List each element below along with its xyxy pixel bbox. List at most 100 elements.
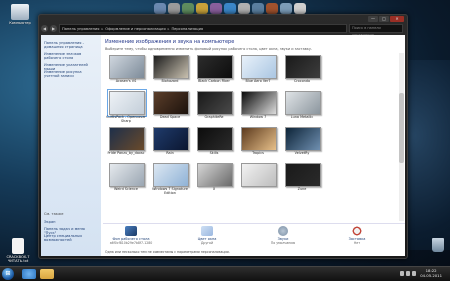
title-bar[interactable]: — □ ✕ xyxy=(39,15,407,23)
theme-item[interactable]: Black Carbon Fiber xyxy=(193,55,235,90)
left-link-home[interactable]: Панель управления - домашняя страница xyxy=(44,41,98,50)
theme-item[interactable]: Window 7 xyxy=(237,91,279,126)
wallpaper-icon xyxy=(125,226,137,236)
theme-name: Black Carbon Fiber xyxy=(198,79,230,83)
dock-item-icon[interactable] xyxy=(168,3,180,14)
theme-name: Tropics xyxy=(252,151,264,155)
theme-thumbnail xyxy=(153,55,189,79)
search-input[interactable]: Поиск в панели управления xyxy=(349,24,403,37)
theme-thumbnail xyxy=(109,55,145,79)
dock-item-icon[interactable] xyxy=(210,3,222,14)
dock-item-icon[interactable] xyxy=(238,3,250,14)
dock-item-icon[interactable] xyxy=(294,3,306,14)
forward-button[interactable]: ▶ xyxy=(50,25,57,32)
see-also-heading: См. также xyxy=(44,212,64,216)
clock[interactable]: 18:22 04.05.2011 xyxy=(420,268,442,278)
theme-thumbnail xyxy=(285,91,321,115)
theme-name: GraphiteRe xyxy=(204,115,224,119)
breadcrumb-item[interactable]: Панель управления xyxy=(62,27,99,31)
dock-item-icon[interactable] xyxy=(266,3,278,14)
left-link-account-picture[interactable]: Изменение рисунка учетной записи xyxy=(44,70,98,79)
start-button[interactable]: ⊞ xyxy=(2,268,14,280)
network-icon[interactable] xyxy=(400,271,404,276)
theme-item[interactable]: X xyxy=(193,163,235,198)
theme-thumbnail xyxy=(197,163,233,187)
theme-name: Skills xyxy=(209,151,219,155)
dock-item-icon[interactable] xyxy=(252,3,264,14)
theme-item[interactable]: Dead Space xyxy=(149,91,191,126)
theme-item[interactable]: Pride Panzu_by_daxsc xyxy=(105,127,147,162)
theme-name: VelvetRy xyxy=(294,151,310,155)
theme-name: Windows 7 Signature Edition xyxy=(152,187,188,195)
desktop-icon-textfile[interactable]: CRACKBOX-7 ЧИТАТЬ.txt xyxy=(0,238,36,263)
recycle-bin-icon xyxy=(432,238,444,252)
theme-item[interactable]: Weird Science xyxy=(105,163,147,198)
theme-item[interactable]: Zune xyxy=(281,163,323,198)
theme-thumbnail xyxy=(285,163,321,187)
scroll-thumb[interactable] xyxy=(399,93,404,163)
theme-item[interactable]: Luna Metallic xyxy=(281,91,323,126)
window-color-button[interactable]: Цвет окна Другой xyxy=(185,226,229,245)
dock-item-icon[interactable] xyxy=(182,3,194,14)
theme-name: Biohazard xyxy=(161,79,179,83)
minimize-button[interactable]: — xyxy=(368,16,378,22)
sounds-button[interactable]: Звуки По умолчанию xyxy=(261,226,305,245)
dock-item-icon[interactable] xyxy=(224,3,236,14)
speaker-icon xyxy=(278,226,288,236)
theme-item[interactable]: Blue Aero Ver7 xyxy=(237,55,279,90)
theme-item[interactable]: Rain xyxy=(149,127,191,162)
theme-item[interactable]: Acasen's VS xyxy=(105,55,147,90)
compatibility-note: Одна или несколько тем не совместимы с п… xyxy=(105,250,230,254)
see-also-display[interactable]: Экран xyxy=(44,220,98,224)
desktop-icon-computer[interactable]: Компьютер xyxy=(2,4,38,25)
screensaver-button[interactable]: Заставка Нет xyxy=(335,226,379,245)
text-file-icon xyxy=(12,238,24,254)
theme-name: Weird Science xyxy=(114,187,138,191)
flag-icon[interactable] xyxy=(412,271,416,276)
breadcrumb-separator-icon: ▸ xyxy=(167,26,170,31)
theme-thumbnail xyxy=(107,89,147,117)
internet-explorer-icon[interactable] xyxy=(22,269,36,279)
desktop-icon-recycle-bin[interactable] xyxy=(420,238,450,252)
left-link-desktop-icons[interactable]: Изменение значков рабочего стола xyxy=(44,52,98,61)
screensaver-icon xyxy=(352,226,362,236)
breadcrumb-item[interactable]: Персонализация xyxy=(171,27,203,31)
breadcrumb[interactable]: Панель управления ▸ Оформление и персона… xyxy=(59,24,347,33)
sounds-value: По умолчанию xyxy=(270,241,296,245)
theme-item[interactable] xyxy=(237,163,279,198)
theme-item[interactable]: Biohazard xyxy=(149,55,191,90)
theme-thumbnail xyxy=(241,55,277,79)
desktop-background-button[interactable]: Фон рабочего стола a6f0cf810b29e7b8f7-12… xyxy=(109,226,153,245)
theme-grid: Acasen's VS Biohazard Black Carbon Fiber… xyxy=(105,53,397,221)
theme-thumbnail xyxy=(153,163,189,187)
theme-name: Dead Space xyxy=(159,115,181,119)
desktop-background-value: a6f0cf810b29e7b8f7-1280 xyxy=(109,241,153,245)
theme-item[interactable]: Skills xyxy=(193,127,235,162)
page-subtitle: Выберите тему, чтобы одновременно измени… xyxy=(105,47,313,51)
theme-name: Zune xyxy=(297,187,307,191)
see-also-ease-of-access[interactable]: Центр специальных возможностей xyxy=(44,234,98,243)
back-button[interactable]: ◀ xyxy=(41,25,48,32)
theme-item[interactable]: Windows 7 Signature Edition xyxy=(149,163,191,198)
theme-item[interactable]: VelvetRy xyxy=(281,127,323,162)
theme-scrollbar[interactable] xyxy=(399,53,404,221)
breadcrumb-item[interactable]: Оформление и персонализация xyxy=(105,27,165,31)
theme-name: Blue Aero Ver7 xyxy=(245,79,271,83)
theme-item[interactable]: CurtisPack - Opencover Sharp xyxy=(105,89,147,126)
theme-item[interactable]: Crocondo xyxy=(281,55,323,90)
close-button[interactable]: ✕ xyxy=(390,16,404,22)
folder-icon[interactable] xyxy=(40,269,54,279)
maximize-button[interactable]: □ xyxy=(379,16,389,22)
dock-item-icon[interactable] xyxy=(196,3,208,14)
theme-name: Crocondo xyxy=(293,79,311,83)
dock-item-icon[interactable] xyxy=(154,3,166,14)
computer-icon xyxy=(11,4,29,20)
dock-item-icon[interactable] xyxy=(280,3,292,14)
theme-item[interactable]: Tropics xyxy=(237,127,279,162)
theme-thumbnail xyxy=(241,91,277,115)
theme-item[interactable]: GraphiteRe xyxy=(193,91,235,126)
theme-thumbnail xyxy=(285,55,321,79)
main-pane: Изменение изображения и звука на компьют… xyxy=(103,35,405,256)
volume-icon[interactable] xyxy=(406,271,410,276)
theme-name: CurtisPack - Opencover Sharp xyxy=(106,115,146,123)
